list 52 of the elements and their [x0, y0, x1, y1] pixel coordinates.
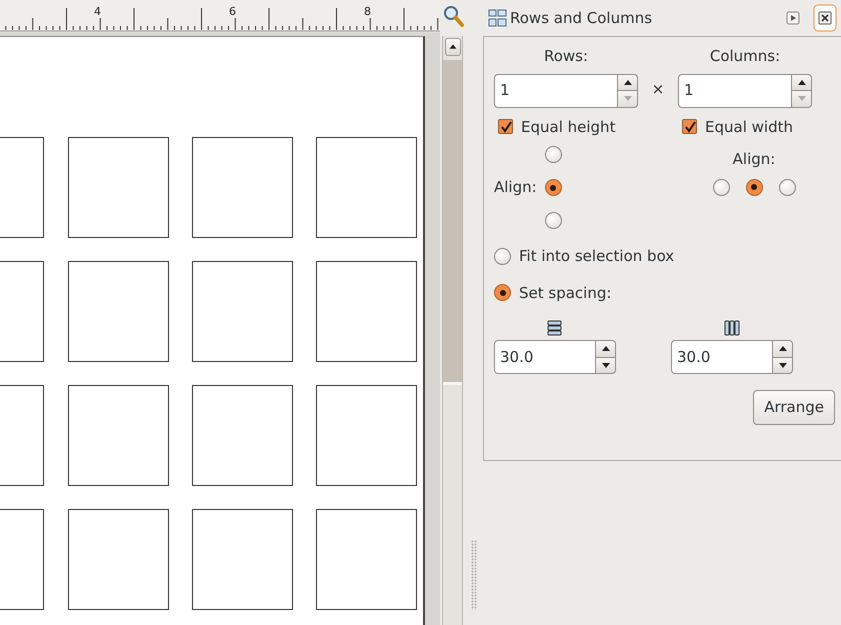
- increment-button[interactable]: [595, 340, 616, 356]
- decrement-button[interactable]: [595, 356, 616, 374]
- play-icon[interactable]: [785, 10, 801, 26]
- radio-button[interactable]: [544, 212, 562, 229]
- up-arrow-icon: [796, 78, 806, 86]
- columns-field[interactable]: 1: [678, 74, 791, 108]
- decrement-button[interactable]: [772, 356, 793, 374]
- resize-grip[interactable]: [471, 540, 477, 610]
- radio-button[interactable]: [494, 284, 511, 302]
- ruler-label: 8: [364, 5, 371, 18]
- ruler-label: 4: [94, 5, 101, 18]
- up-arrow-icon: [600, 345, 610, 352]
- radio-button[interactable]: [544, 146, 562, 163]
- radio-button[interactable]: [778, 178, 796, 196]
- radio-button[interactable]: [712, 178, 730, 196]
- column-spacing-field[interactable]: 30.0: [671, 340, 772, 374]
- down-arrow-icon: [622, 95, 632, 102]
- radio-label: Set spacing:: [519, 282, 612, 304]
- zoom-icon[interactable]: [443, 5, 465, 29]
- panel-title: Rows and Columns: [510, 8, 652, 29]
- row-spacing-field[interactable]: 30.0: [494, 340, 595, 374]
- align-label: Align:: [494, 177, 537, 198]
- up-arrow-icon: [778, 345, 788, 352]
- increment-button[interactable]: [772, 340, 793, 356]
- checkbox[interactable]: [682, 119, 697, 134]
- ruler-label: 6: [229, 5, 236, 18]
- align-label: Align:: [732, 149, 776, 170]
- checkbox[interactable]: [498, 119, 513, 134]
- column-spacing-icon: [724, 320, 740, 336]
- rows-field[interactable]: 1: [494, 74, 617, 108]
- increment-button[interactable]: [617, 74, 638, 90]
- scrollbar-thumb[interactable]: [443, 60, 462, 385]
- close-button[interactable]: [813, 4, 837, 32]
- down-arrow-icon: [778, 362, 788, 369]
- field-label: Columns:: [708, 46, 782, 67]
- checkbox-label: Equal height: [521, 116, 616, 138]
- radio-button[interactable]: [494, 248, 511, 265]
- checkbox-label: Equal width: [705, 116, 793, 138]
- arrange-button[interactable]: Arrange: [753, 390, 835, 424]
- radio-button[interactable]: [544, 179, 562, 196]
- vertical-scrollbar[interactable]: [442, 36, 463, 625]
- down-arrow-icon: [600, 362, 610, 369]
- increment-button[interactable]: [791, 74, 812, 90]
- times-sign: ×: [650, 78, 666, 100]
- row-spacing-icon: [547, 320, 563, 336]
- radio-label: Fit into selection box: [519, 246, 674, 267]
- radio-button[interactable]: [746, 178, 762, 196]
- scroll-up-button[interactable]: [445, 38, 461, 56]
- down-arrow-icon: [796, 95, 806, 102]
- grid-icon: [488, 8, 508, 28]
- field-label: Rows:: [542, 46, 590, 67]
- up-arrow-icon: [622, 78, 632, 86]
